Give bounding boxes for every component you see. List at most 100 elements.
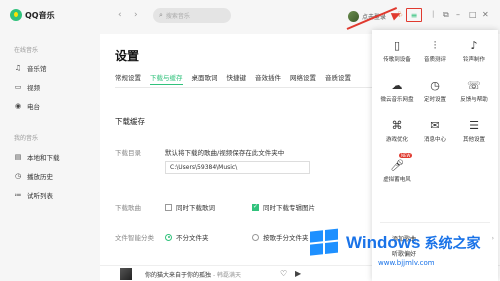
local-download-icon: ▤ (14, 153, 22, 161)
section-my-music: 我的音乐 (14, 135, 39, 142)
menu-item-label: 音质测评 (423, 57, 446, 63)
menu-item-timer[interactable]: ◷ 定时设置 (419, 78, 451, 103)
app-name: QQ音乐 (25, 10, 55, 20)
search-input[interactable]: 搜索音乐 (166, 11, 190, 20)
tab-shortcuts[interactable]: 快捷键 (227, 72, 247, 85)
avatar[interactable] (348, 11, 359, 22)
gamepad-icon: ⌘ (391, 119, 403, 132)
back-arrow-icon[interactable]: ‹ (118, 10, 122, 20)
forward-arrow-icon[interactable]: › (134, 10, 138, 20)
menu-item-messages[interactable]: ✉ 消息中心 (419, 118, 451, 143)
feedback-icon: ☏ (467, 79, 481, 92)
sidebar-item-local-download[interactable]: ▤ 本地和下载 (14, 152, 60, 162)
playlist-icon: ≔ (14, 191, 22, 199)
menu-item-feedback[interactable]: ☏ 反馈与帮助 (458, 78, 490, 103)
menu-item-label: 虚拟蓄电风 (383, 177, 411, 183)
divider-bar: | (432, 10, 435, 18)
sidebar-item-history[interactable]: ◷ 播放历史 (14, 171, 53, 181)
menu-item-game-optimize[interactable]: ⌘ 游戏优化 (381, 118, 413, 143)
download-lyrics-checkbox[interactable]: 同时下载歌词 (165, 202, 215, 212)
album-cover[interactable] (120, 268, 132, 280)
more-settings-icon: ☰ (469, 119, 479, 132)
tab-desktop-lyrics[interactable]: 桌面歌词 (192, 72, 218, 85)
download-dir-path[interactable]: C:\Users\59384\Music\ (165, 161, 310, 174)
sidebar-item-music-hall[interactable]: ♫ 音乐馆 (14, 63, 47, 73)
sidebar-item-label: 本地和下载 (27, 154, 60, 162)
download-dir-label: 下载目录 (115, 149, 141, 157)
menu-item-other-settings[interactable]: ☰ 其他设置 (458, 118, 490, 143)
sidebar-item-trial-list[interactable]: ≔ 试听列表 (14, 190, 54, 200)
checkbox-box (165, 203, 172, 211)
watermark-site-name: 系统之家 (424, 235, 481, 251)
search-icon: ⌕ (159, 11, 163, 19)
download-cover-checkbox[interactable]: 同时下载专辑图片 (252, 202, 315, 212)
sidebar-item-label: 音乐馆 (27, 65, 47, 73)
popup-divider (380, 222, 490, 223)
equalizer-icon: ⫶ (433, 39, 437, 52)
menu-item-label: 消息中心 (423, 137, 446, 143)
chevron-right-icon: › (491, 235, 494, 242)
menu-item-label: 其他设置 (462, 137, 485, 143)
radio-circle (165, 233, 172, 241)
menu-item-label: 微云音乐网盘 (380, 97, 414, 103)
video-icon: ▭ (14, 83, 22, 91)
menu-item-ringtone[interactable]: ♪ 铃声制作 (458, 38, 490, 63)
tab-network[interactable]: 网络设置 (290, 72, 316, 85)
like-icon[interactable]: ♡ (280, 269, 287, 278)
menu-item-transfer[interactable]: ▯ 传歌到设备 (381, 38, 413, 63)
menu-item-label: 游戏优化 (385, 137, 408, 143)
app-logo[interactable]: QQ音乐 (10, 9, 55, 21)
timer-icon: ◷ (430, 79, 440, 92)
tabs-divider (115, 87, 380, 88)
sidebar-item-label: 试听列表 (27, 192, 53, 200)
classify-label: 文件智能分类 (115, 234, 154, 242)
sidebar-item-label: 视频 (27, 84, 40, 92)
no-folder-radio[interactable]: 不分文件夹 (165, 232, 209, 242)
main-menu-button[interactable]: ≡ (406, 8, 422, 22)
menu-item-quality-test[interactable]: ⫶ 音质测评 (419, 38, 451, 63)
song-artist: 韩磊满天 (217, 272, 242, 279)
microphone-icon: 🎤︎ (390, 159, 404, 172)
play-icon[interactable]: ▶ (295, 269, 301, 278)
page-title: 设置 (115, 49, 140, 63)
tab-download-cache[interactable]: 下载与缓存 (150, 72, 183, 85)
maximize-icon[interactable]: □ (469, 10, 477, 19)
sidebar-item-label: 电台 (27, 103, 40, 111)
settings-tabs: 常规设置 下载与缓存 桌面歌词 快捷键 音效插件 网络设置 音质设置 (115, 72, 351, 85)
checkbox-label: 同时下载专辑图片 (263, 204, 315, 212)
minimize-icon[interactable]: – (456, 10, 460, 19)
menu-item-virtual[interactable]: NEW 🎤︎ 虚拟蓄电风 (381, 153, 413, 183)
watermark-brand: Windows (346, 233, 421, 252)
checkbox-box (252, 203, 259, 211)
windows-watermark: Windows 系统之家 (310, 228, 481, 257)
sidebar-item-radio[interactable]: ◉ 电台 (14, 101, 40, 111)
radio-label: 按歌手分文件夹 (263, 234, 309, 242)
radio-label: 不分文件夹 (176, 234, 209, 242)
tab-quality[interactable]: 音质设置 (325, 72, 351, 85)
mail-icon: ✉ (430, 119, 440, 132)
now-playing[interactable]: 你的猫大来自于你的孤独 - 韩磊满天 (145, 270, 241, 279)
tab-general[interactable]: 常规设置 (115, 72, 141, 85)
menu-item-label: 传歌到设备 (383, 57, 411, 63)
sidebar-item-video[interactable]: ▭ 视频 (14, 82, 40, 92)
menu-item-label: 定时设置 (423, 97, 446, 103)
windows-logo-icon (310, 228, 340, 257)
menu-item-cloud-drive[interactable]: ☁ 微云音乐网盘 (380, 78, 414, 103)
mini-mode-icon[interactable]: ⧉ (443, 10, 449, 20)
search-box[interactable]: ⌕ 搜索音乐 (153, 8, 231, 23)
watermark-url: www.bjjmlv.com (378, 259, 435, 267)
history-icon: ◷ (14, 172, 22, 180)
new-badge: NEW (399, 153, 413, 158)
menu-item-label: 反馈与帮助 (460, 97, 488, 103)
by-singer-radio[interactable]: 按歌手分文件夹 (252, 232, 309, 242)
tab-sound-plugins[interactable]: 音效插件 (255, 72, 281, 85)
top-bar: ‹ › ⌕ 搜索音乐 点击登录 ♧ ≡ | ⧉ – □ ✕ (100, 0, 500, 34)
sidebar: QQ音乐 在线音乐 ♫ 音乐馆 ▭ 视频 ◉ 电台 我的音乐 ▤ 本地和下载 ◷… (0, 0, 100, 281)
download-dir-desc: 默认将下载的歌曲/视频保存在此文件夹中 (165, 149, 285, 157)
phone-icon: ▯ (393, 39, 401, 52)
checkbox-label: 同时下载歌词 (176, 204, 215, 212)
bell-icon: ♪ (470, 39, 478, 52)
radio-circle (252, 233, 259, 241)
sidebar-item-label: 播放历史 (27, 173, 53, 181)
close-icon[interactable]: ✕ (482, 10, 489, 19)
